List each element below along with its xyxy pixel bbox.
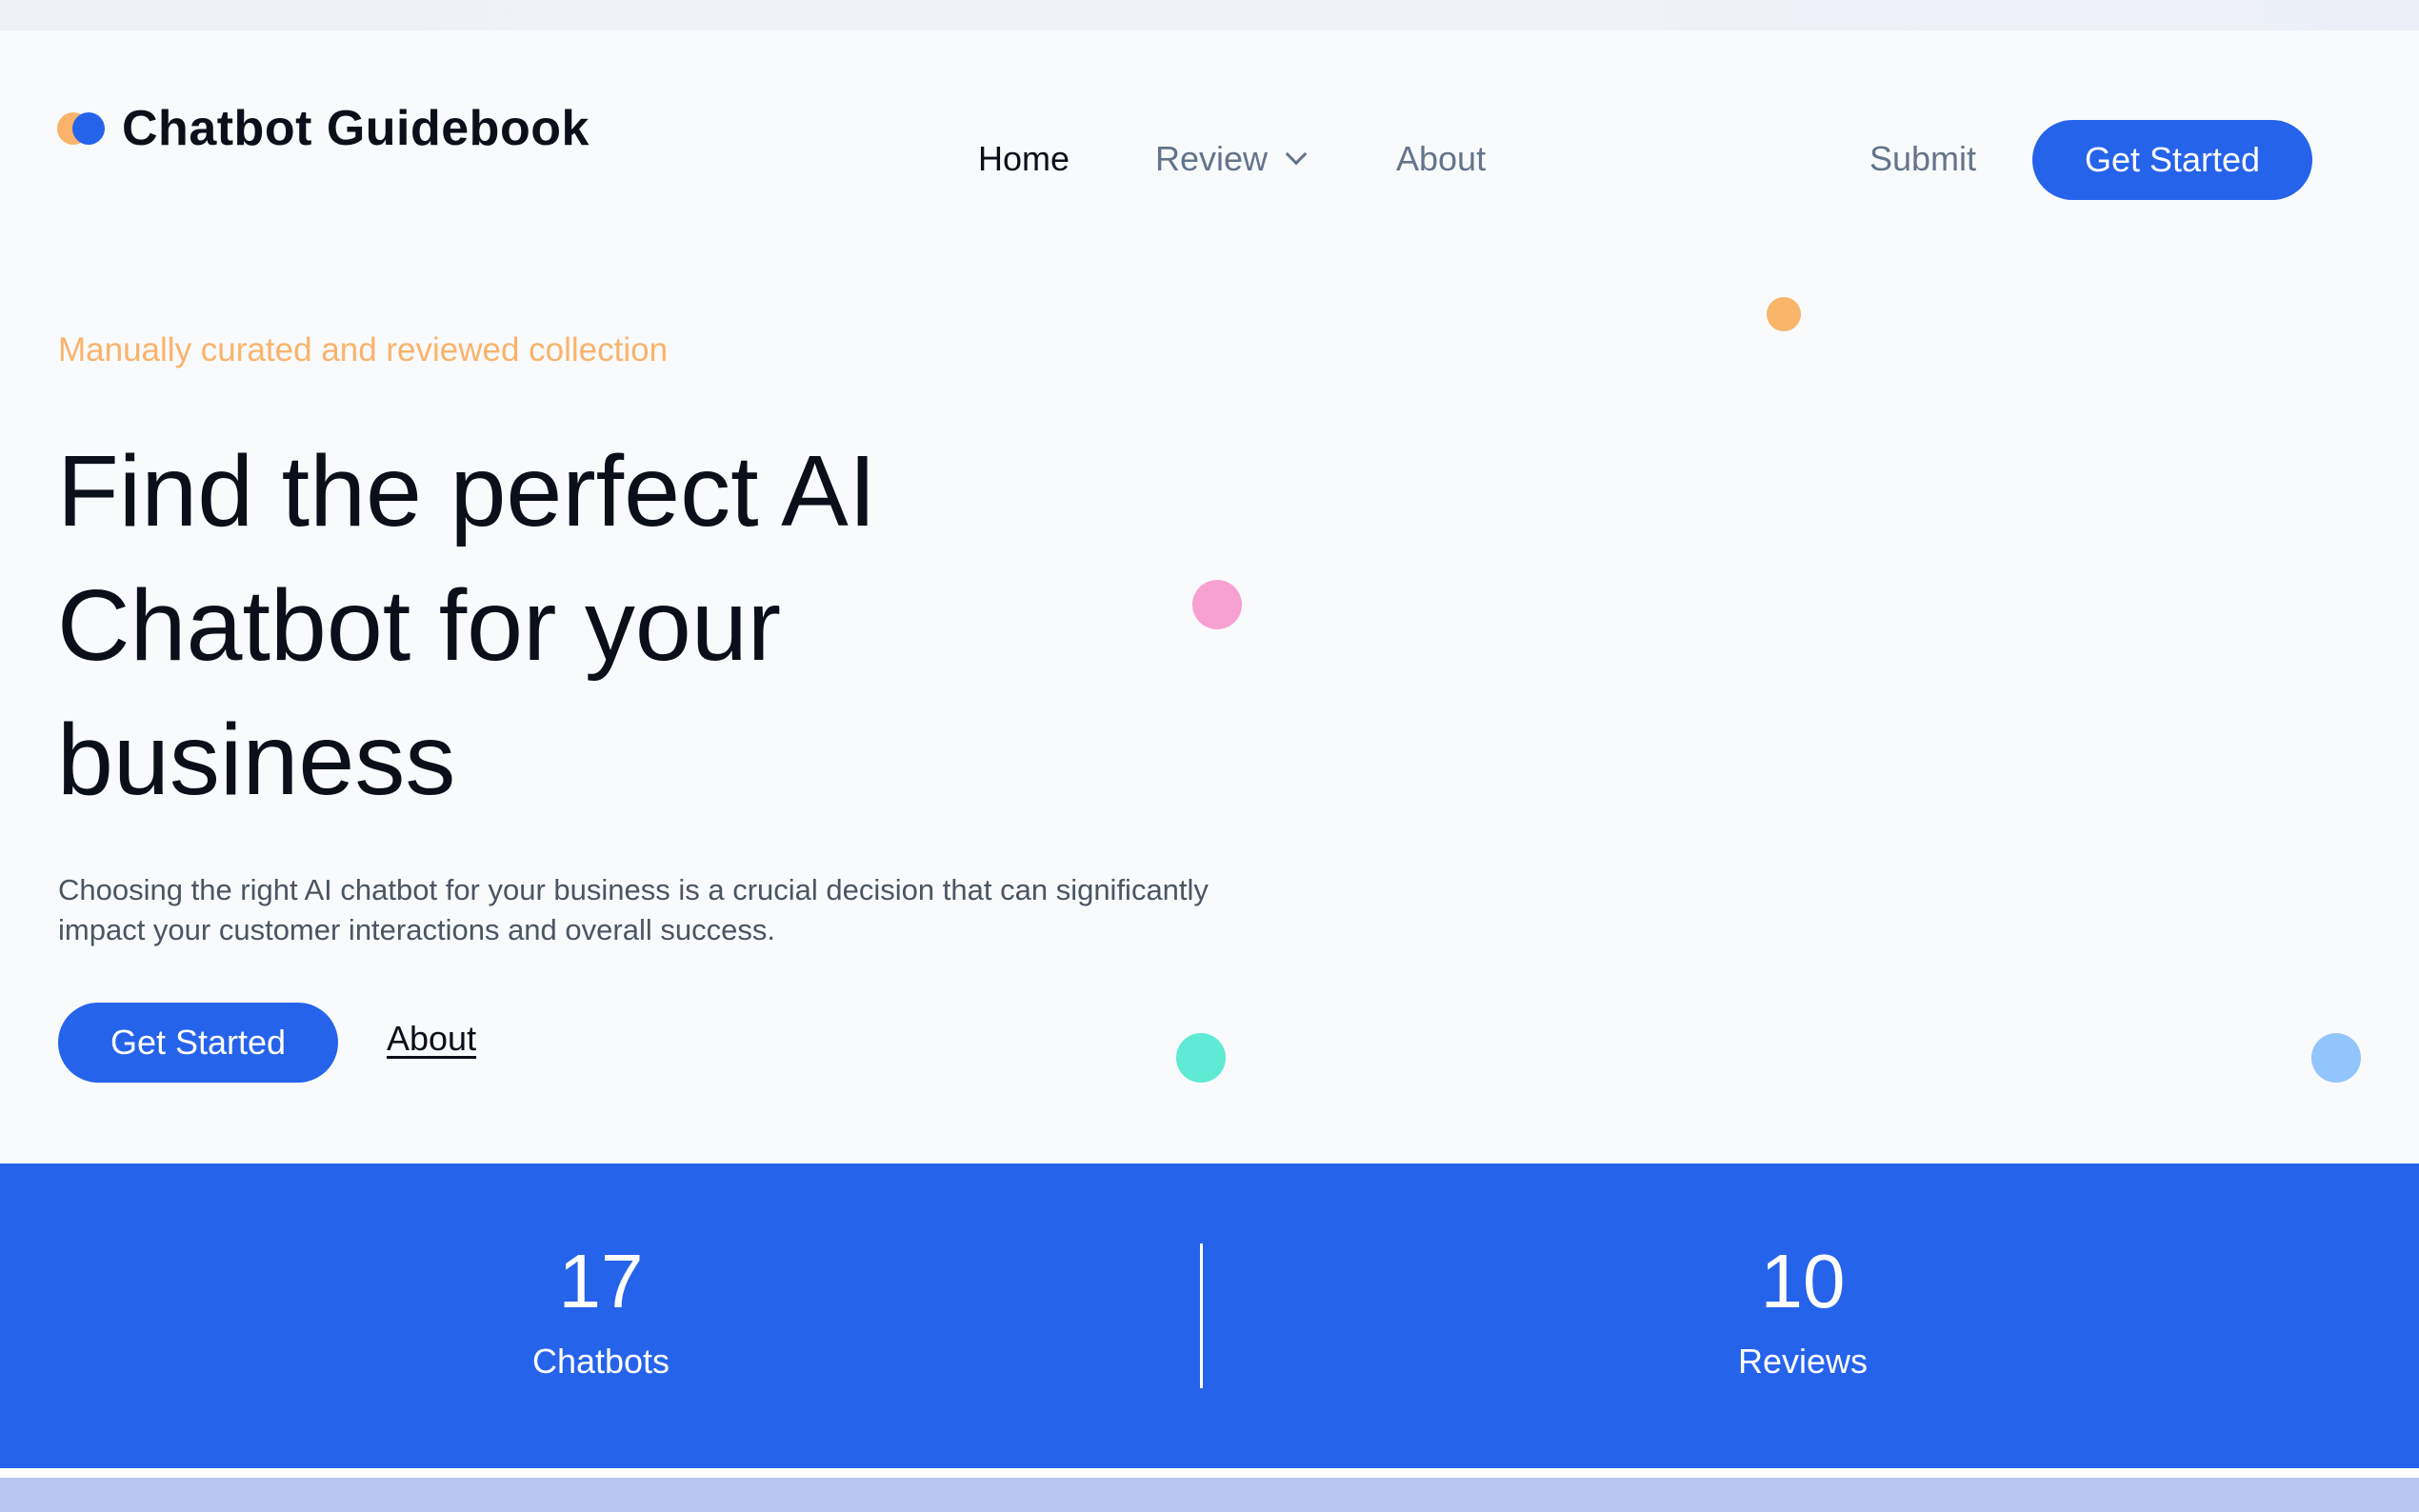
header-get-started-label: Get Started	[2084, 140, 2261, 179]
decorative-dot-pink	[1192, 580, 1242, 629]
top-strip	[0, 0, 2419, 30]
nav-review-dropdown[interactable]: Review	[1155, 126, 1308, 192]
nav-submit-label: Submit	[1869, 139, 1977, 178]
brand-logo[interactable]: Chatbot Guidebook	[57, 95, 590, 162]
nav-home-link[interactable]: Home	[978, 126, 1070, 192]
hero-title: Find the perfect AI Chatbot for your bus…	[57, 435, 877, 816]
two-dots-logo-icon	[57, 111, 109, 146]
section-gap	[0, 1468, 2419, 1478]
nav-home-label: Home	[978, 139, 1070, 178]
nav-review-label: Review	[1155, 139, 1269, 178]
nav-about-label: About	[1396, 139, 1487, 178]
hero-about-link[interactable]: About	[387, 1019, 476, 1059]
stat-chatbots: 17 Chatbots	[0, 1164, 1202, 1468]
nav-submit-link[interactable]: Submit	[1869, 126, 1976, 192]
hero-get-started-button[interactable]: Get Started	[58, 1003, 338, 1083]
site-header: Chatbot Guidebook Home Review About Subm…	[0, 30, 2419, 227]
stat-reviews-value: 10	[1760, 1239, 1846, 1323]
decorative-dot-blue	[2311, 1033, 2361, 1083]
page: Chatbot Guidebook Home Review About Subm…	[0, 0, 2419, 1512]
chevron-down-icon	[1285, 143, 1308, 166]
stat-reviews-label: Reviews	[1737, 1342, 1869, 1381]
hero-get-started-label: Get Started	[110, 1023, 287, 1062]
logo-dot-blue	[72, 112, 105, 145]
hero-eyebrow: Manually curated and reviewed collection	[58, 331, 669, 368]
nav-about-link[interactable]: About	[1396, 126, 1486, 192]
decorative-dot-orange	[1767, 297, 1801, 331]
hero-description: Choosing the right AI chatbot for your b…	[58, 873, 1209, 946]
header-get-started-button[interactable]: Get Started	[2032, 120, 2312, 200]
next-section-edge	[0, 1478, 2419, 1512]
stat-chatbots-value: 17	[558, 1239, 644, 1323]
brand-name: Chatbot Guidebook	[122, 101, 590, 156]
decorative-dot-teal	[1176, 1033, 1226, 1083]
stat-chatbots-label: Chatbots	[531, 1342, 670, 1381]
stats-band: 17 Chatbots 10 Reviews	[0, 1164, 2419, 1468]
stat-reviews: 10 Reviews	[1202, 1164, 2404, 1468]
